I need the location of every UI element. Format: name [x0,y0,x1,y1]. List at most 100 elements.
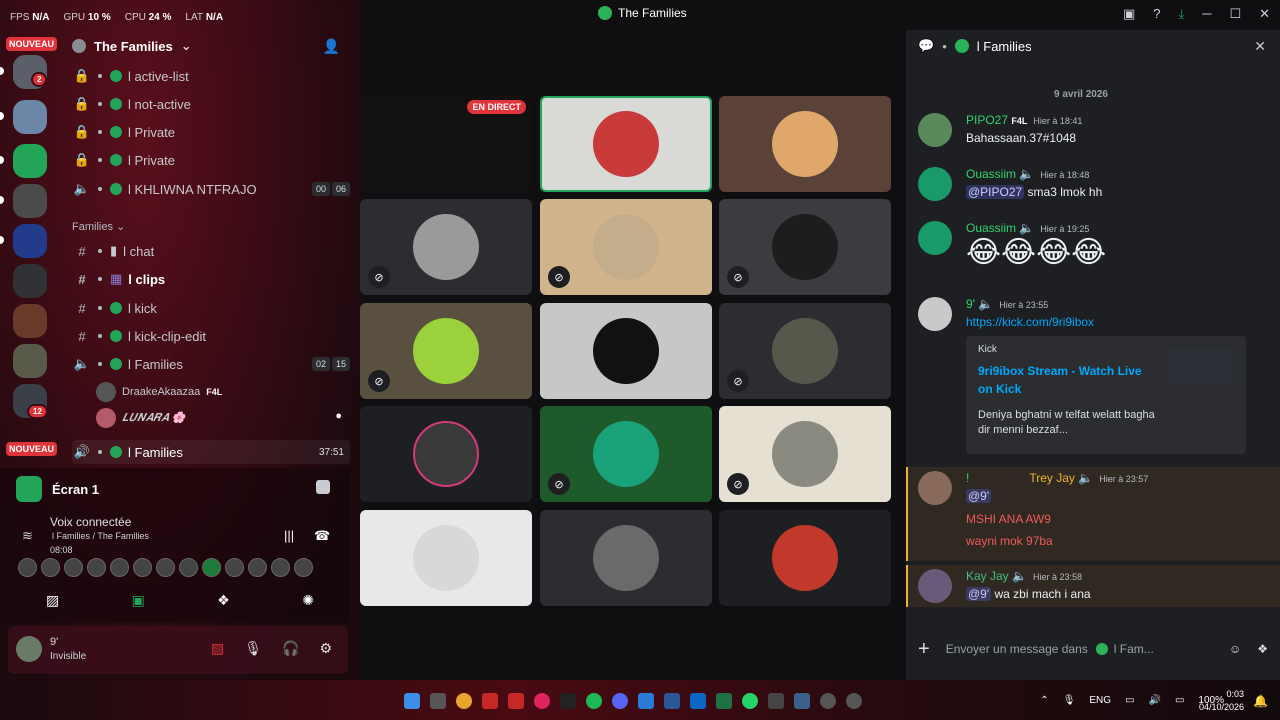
avatar[interactable] [16,636,42,662]
voice-channel-item[interactable]: 🔈 l KHLIWNA NTFRAJO 00 06 [72,177,350,201]
pinterest-icon[interactable] [534,693,550,709]
voice-channel-item[interactable]: 🔈 l Families 02 15 [72,352,350,376]
video-tile[interactable] [360,510,532,606]
apps-icon[interactable]: ❖ [1257,642,1268,656]
video-tile[interactable]: ⊘ [540,406,712,502]
voice-member[interactable]: DraakeAkaazaa F4L [96,382,222,402]
clock[interactable]: 0:03 04/10/2026 [1199,688,1244,714]
app-icon[interactable] [508,693,524,709]
battery-icon[interactable]: ▭ [1175,695,1184,706]
start-icon[interactable] [404,693,420,709]
channel-item[interactable]: # l kick-clip-edit [72,324,350,348]
server-icon-3[interactable] [13,144,47,178]
close-icon[interactable]: ✕ [1254,38,1266,55]
video-tile[interactable]: ⊘ [540,199,712,295]
message-composer[interactable]: + Envoyer un message dans l Fam... ☺ ❖ [918,632,1268,666]
tiktok-icon[interactable] [560,693,576,709]
channel-item[interactable]: # ▦ l clips [72,267,350,291]
channel-item[interactable]: 🔒 l Private [72,148,350,172]
app-icon[interactable] [846,693,862,709]
channel-item[interactable]: 🔒 l not-active [72,92,350,116]
video-tile[interactable]: ⊘ [360,303,532,399]
screen-share-button[interactable]: ▣ [132,592,145,609]
server-icon-8[interactable] [13,344,47,378]
volume-icon[interactable]: 🔊 [1149,695,1161,706]
language-indicator[interactable]: ENG [1089,695,1111,706]
avatar[interactable] [133,558,152,577]
avatar[interactable] [179,558,198,577]
message-author[interactable]: 9' 🔈 Hier à 23:55 [966,297,1048,311]
disconnect-icon[interactable]: ☎ [314,528,330,544]
minimize-button[interactable]: ─ [1202,6,1211,22]
avatar[interactable] [18,558,37,577]
server-icon-7[interactable] [13,304,47,338]
avatar[interactable] [294,558,313,577]
avatar[interactable] [156,558,175,577]
message-author[interactable]: ! Trey Jay 🔈 Hier à 23:57 [966,471,1148,485]
steam-icon[interactable] [794,693,810,709]
maximize-button[interactable]: ☐ [1229,6,1241,22]
avatar[interactable] [64,558,83,577]
video-tile[interactable]: ⊘ [719,199,891,295]
whatsapp-icon[interactable] [742,693,758,709]
category-header[interactable]: Families ⌄ [72,220,125,233]
camera-off-icon[interactable]: ▨ [46,592,59,609]
spotify-icon[interactable] [586,693,602,709]
screen-share-row[interactable]: Écran 1 [16,476,99,502]
username[interactable]: 9' [50,636,58,648]
mention[interactable]: @9' [966,587,992,601]
notification-icon[interactable]: 🔔 [1253,694,1268,708]
app-icon[interactable] [820,693,836,709]
download-icon[interactable]: ⤓ [1178,6,1184,22]
stop-share-icon[interactable] [316,480,330,494]
embed-thumbnail[interactable] [1168,348,1234,384]
server-icon-6[interactable] [13,264,47,298]
plus-icon[interactable]: + [918,638,930,661]
noise-suppression-icon[interactable]: ||| [284,528,294,543]
mention[interactable]: @9' [966,489,992,503]
outlook-icon[interactable] [638,693,654,709]
signal-icon[interactable]: ≋ [22,528,33,544]
avatar[interactable] [271,558,290,577]
avatar[interactable] [918,167,952,201]
voice-member[interactable]: 𝑳𝑼𝑵𝑨𝑹𝑨 🌸 [96,408,185,428]
video-tile[interactable] [540,96,712,192]
avatar[interactable] [918,113,952,147]
chrome-icon[interactable] [456,693,472,709]
channel-item[interactable]: # ▮ l chat [72,239,350,263]
video-tile[interactable] [719,96,891,192]
avatar[interactable] [918,569,952,603]
message-author[interactable]: Ouassiim 🔈 Hier à 19:25 [966,221,1089,235]
server-icon-5[interactable] [13,224,47,258]
channel-item[interactable]: 🔒 l active-list [72,64,350,88]
microphone-icon[interactable]: 🎙 [1063,695,1076,706]
inbox-icon[interactable]: ▣ [1123,6,1135,22]
camera-off-icon[interactable]: ▨ [211,640,224,657]
server-icon-2[interactable] [13,100,47,134]
app-icon[interactable] [768,693,784,709]
chevron-up-icon[interactable]: ⌃ [1040,695,1048,706]
channel-item[interactable]: 🔒 l Private [72,120,350,144]
embed-title[interactable]: 9ri9ibox Stream - Watch Live on Kick [978,362,1158,398]
avatar[interactable] [110,558,129,577]
soundboard-icon[interactable]: ✺ [302,592,314,609]
video-tile[interactable] [719,510,891,606]
video-tile[interactable] [360,406,532,502]
gear-icon[interactable]: ⚙ [319,640,332,657]
video-tile[interactable]: ⊘ [719,303,891,399]
excel-icon[interactable] [716,693,732,709]
message-author[interactable]: PIPO27 F4L Hier à 18:41 [966,113,1082,127]
message-author[interactable]: Ouassiim 🔈 Hier à 18:48 [966,167,1089,181]
emoji-icon[interactable]: ☺ [1229,642,1241,656]
network-icon[interactable]: ▭ [1125,695,1134,706]
microphone-icon[interactable]: 🎙 [244,640,262,657]
avatar[interactable] [918,471,952,505]
video-tile-stream[interactable]: EN DIRECT [360,96,532,192]
voice-channel-path[interactable]: l Families / The Families [52,531,149,541]
server-icon-4[interactable] [13,184,47,218]
mention[interactable]: @PIPO27 [966,185,1025,199]
activities-icon[interactable]: ❖ [217,592,230,609]
add-member-icon[interactable]: 👤 [323,38,340,55]
discord-icon[interactable] [612,693,628,709]
video-tile[interactable]: ⊘ [360,199,532,295]
